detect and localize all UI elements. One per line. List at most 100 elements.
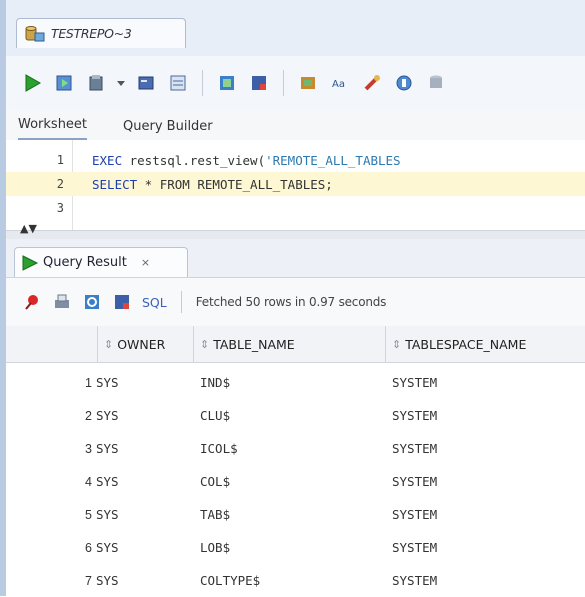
cell-owner: SYS [96, 507, 119, 522]
sql-editor[interactable]: 1 EXEC restsql.rest_view('REMOTE_ALL_TAB… [6, 140, 585, 230]
document-tab-label: TESTREPO~3 [51, 26, 132, 41]
toolbar-separator [202, 70, 203, 96]
row-number: 4 [85, 474, 92, 489]
cell-table-name: ICOL$ [200, 441, 238, 456]
toolbar-separator [283, 70, 284, 96]
worksheet-subtabs: Worksheet Query Builder [6, 110, 585, 141]
cell-owner: SYS [96, 441, 119, 456]
cell-owner: SYS [96, 540, 119, 555]
grid-header: ⇕ OWNER ⇕ TABLE_NAME ⇕ TABLESPACE_NAME [6, 326, 585, 363]
row-number: 2 [85, 408, 92, 423]
cell-tablespace: SYSTEM [392, 441, 438, 456]
clear-icon [364, 75, 380, 91]
format-button[interactable] [392, 71, 416, 95]
table-row[interactable]: 2 SYS CLU$ SYSTEM [6, 399, 585, 432]
keyword: EXEC [92, 152, 123, 168]
line-number: 2 [56, 177, 64, 191]
run-statement-button[interactable] [20, 71, 44, 95]
unshared-sql-icon [252, 76, 266, 90]
cell-table-name: COL$ [200, 474, 231, 489]
sql-tuning-icon [220, 76, 234, 90]
cell-owner: SYS [96, 474, 119, 489]
code-fragment: restsql.rest_view( [122, 152, 266, 168]
sql-history-icon [301, 77, 315, 89]
cell-table-name: LOB$ [200, 540, 231, 555]
table-row[interactable]: 6 SYS LOB$ SYSTEM [6, 531, 585, 564]
export-icon[interactable] [112, 292, 132, 312]
cell-table-name: IND$ [200, 375, 231, 390]
tab-query-builder[interactable]: Query Builder [123, 119, 213, 140]
cell-tablespace: SYSTEM [392, 375, 438, 390]
cell-tablespace: SYSTEM [392, 408, 438, 423]
close-icon[interactable]: × [141, 256, 150, 269]
commit-button[interactable] [84, 71, 108, 95]
pin-icon[interactable] [22, 292, 42, 312]
worksheet-toolbar: Aa [6, 56, 585, 111]
tab-worksheet[interactable]: Worksheet [18, 117, 88, 140]
keyword: SELECT [92, 176, 138, 192]
table-row[interactable]: 3 SYS ICOL$ SYSTEM [6, 432, 585, 465]
table-row[interactable]: 1 SYS IND$ SYSTEM [6, 366, 585, 399]
clear-button[interactable] [360, 71, 384, 95]
svg-text:Aa: Aa [332, 79, 345, 90]
column-header-owner[interactable]: ⇕ OWNER [98, 326, 194, 362]
cell-tablespace: SYSTEM [392, 474, 438, 489]
table-row[interactable]: 5 SYS TAB$ SYSTEM [6, 498, 585, 531]
database-icon [430, 75, 442, 88]
table-row[interactable]: 4 SYS COL$ SYSTEM [6, 465, 585, 498]
result-tab-strip: Query Result × [6, 239, 585, 278]
sql-link[interactable]: SQL [142, 295, 167, 310]
code-text: EXEC restsql.rest_view('REMOTE_ALL_TABLE… [92, 153, 401, 168]
run-script-button[interactable] [52, 71, 76, 95]
commit-icon [89, 75, 103, 91]
table-row[interactable]: 7 SYS COLTYPE$ SYSTEM [6, 564, 585, 597]
format-icon [396, 75, 412, 91]
dropdown-icon [117, 81, 125, 86]
sql-history-button[interactable] [296, 71, 320, 95]
sort-icon: ⇕ [200, 337, 210, 351]
unshared-sql-button[interactable] [247, 71, 271, 95]
document-tab[interactable]: TESTREPO~3 [16, 18, 186, 48]
fetch-status: Fetched 50 rows in 0.97 seconds [195, 295, 387, 309]
result-grid: ⇕ OWNER ⇕ TABLE_NAME ⇕ TABLESPACE_NAME 1 SY… [6, 326, 585, 596]
refresh-icon[interactable] [82, 292, 102, 312]
cell-owner: SYS [96, 573, 119, 588]
column-header-table-name[interactable]: ⇕ TABLE_NAME [194, 326, 386, 362]
run-script-icon [56, 75, 72, 91]
row-number: 7 [85, 573, 92, 588]
database-connection-icon [25, 25, 45, 41]
editor-line-current: 2 SELECT * FROM REMOTE_ALL_TABLES; [6, 172, 585, 196]
text-case-button[interactable]: Aa [328, 71, 352, 95]
print-icon[interactable] [52, 292, 72, 312]
string-literal: 'REMOTE_ALL_TABLES [265, 152, 401, 168]
cell-tablespace: SYSTEM [392, 540, 438, 555]
code-fragment: * FROM REMOTE_ALL_TABLES; [137, 176, 333, 192]
tab-query-result[interactable]: Query Result × [14, 247, 188, 277]
column-header-label: OWNER [117, 336, 166, 352]
column-header-tablespace-name[interactable]: ⇕ TABLESPACE_NAME [386, 326, 585, 362]
column-header-label: TABLESPACE_NAME [405, 336, 527, 352]
query-result-label: Query Result [43, 255, 127, 270]
row-number: 5 [85, 507, 92, 522]
cell-table-name: CLU$ [200, 408, 231, 423]
text-case-icon: Aa [332, 79, 345, 90]
column-header-label: TABLE_NAME [213, 336, 295, 352]
autotrace-button[interactable] [166, 71, 190, 95]
line-number: 3 [56, 201, 64, 215]
sql-tuning-button[interactable] [215, 71, 239, 95]
toolbar-separator [180, 291, 182, 313]
cell-table-name: TAB$ [200, 507, 231, 522]
result-toolbar: SQL Fetched 50 rows in 0.97 seconds [6, 278, 585, 327]
cell-tablespace: SYSTEM [392, 507, 438, 522]
editor-line: 1 EXEC restsql.rest_view('REMOTE_ALL_TAB… [6, 148, 585, 172]
splitter-arrows-icon[interactable]: ▲▼ [20, 222, 37, 235]
run-arrow-icon [22, 254, 39, 271]
explain-plan-button[interactable] [134, 71, 158, 95]
sort-icon: ⇕ [104, 337, 114, 351]
run-statement-icon [25, 74, 42, 92]
cell-table-name: COLTYPE$ [200, 573, 261, 588]
row-number: 1 [85, 375, 92, 390]
database-button[interactable] [424, 71, 448, 95]
dropdown-button[interactable] [116, 71, 126, 95]
explain-plan-icon [138, 76, 154, 90]
